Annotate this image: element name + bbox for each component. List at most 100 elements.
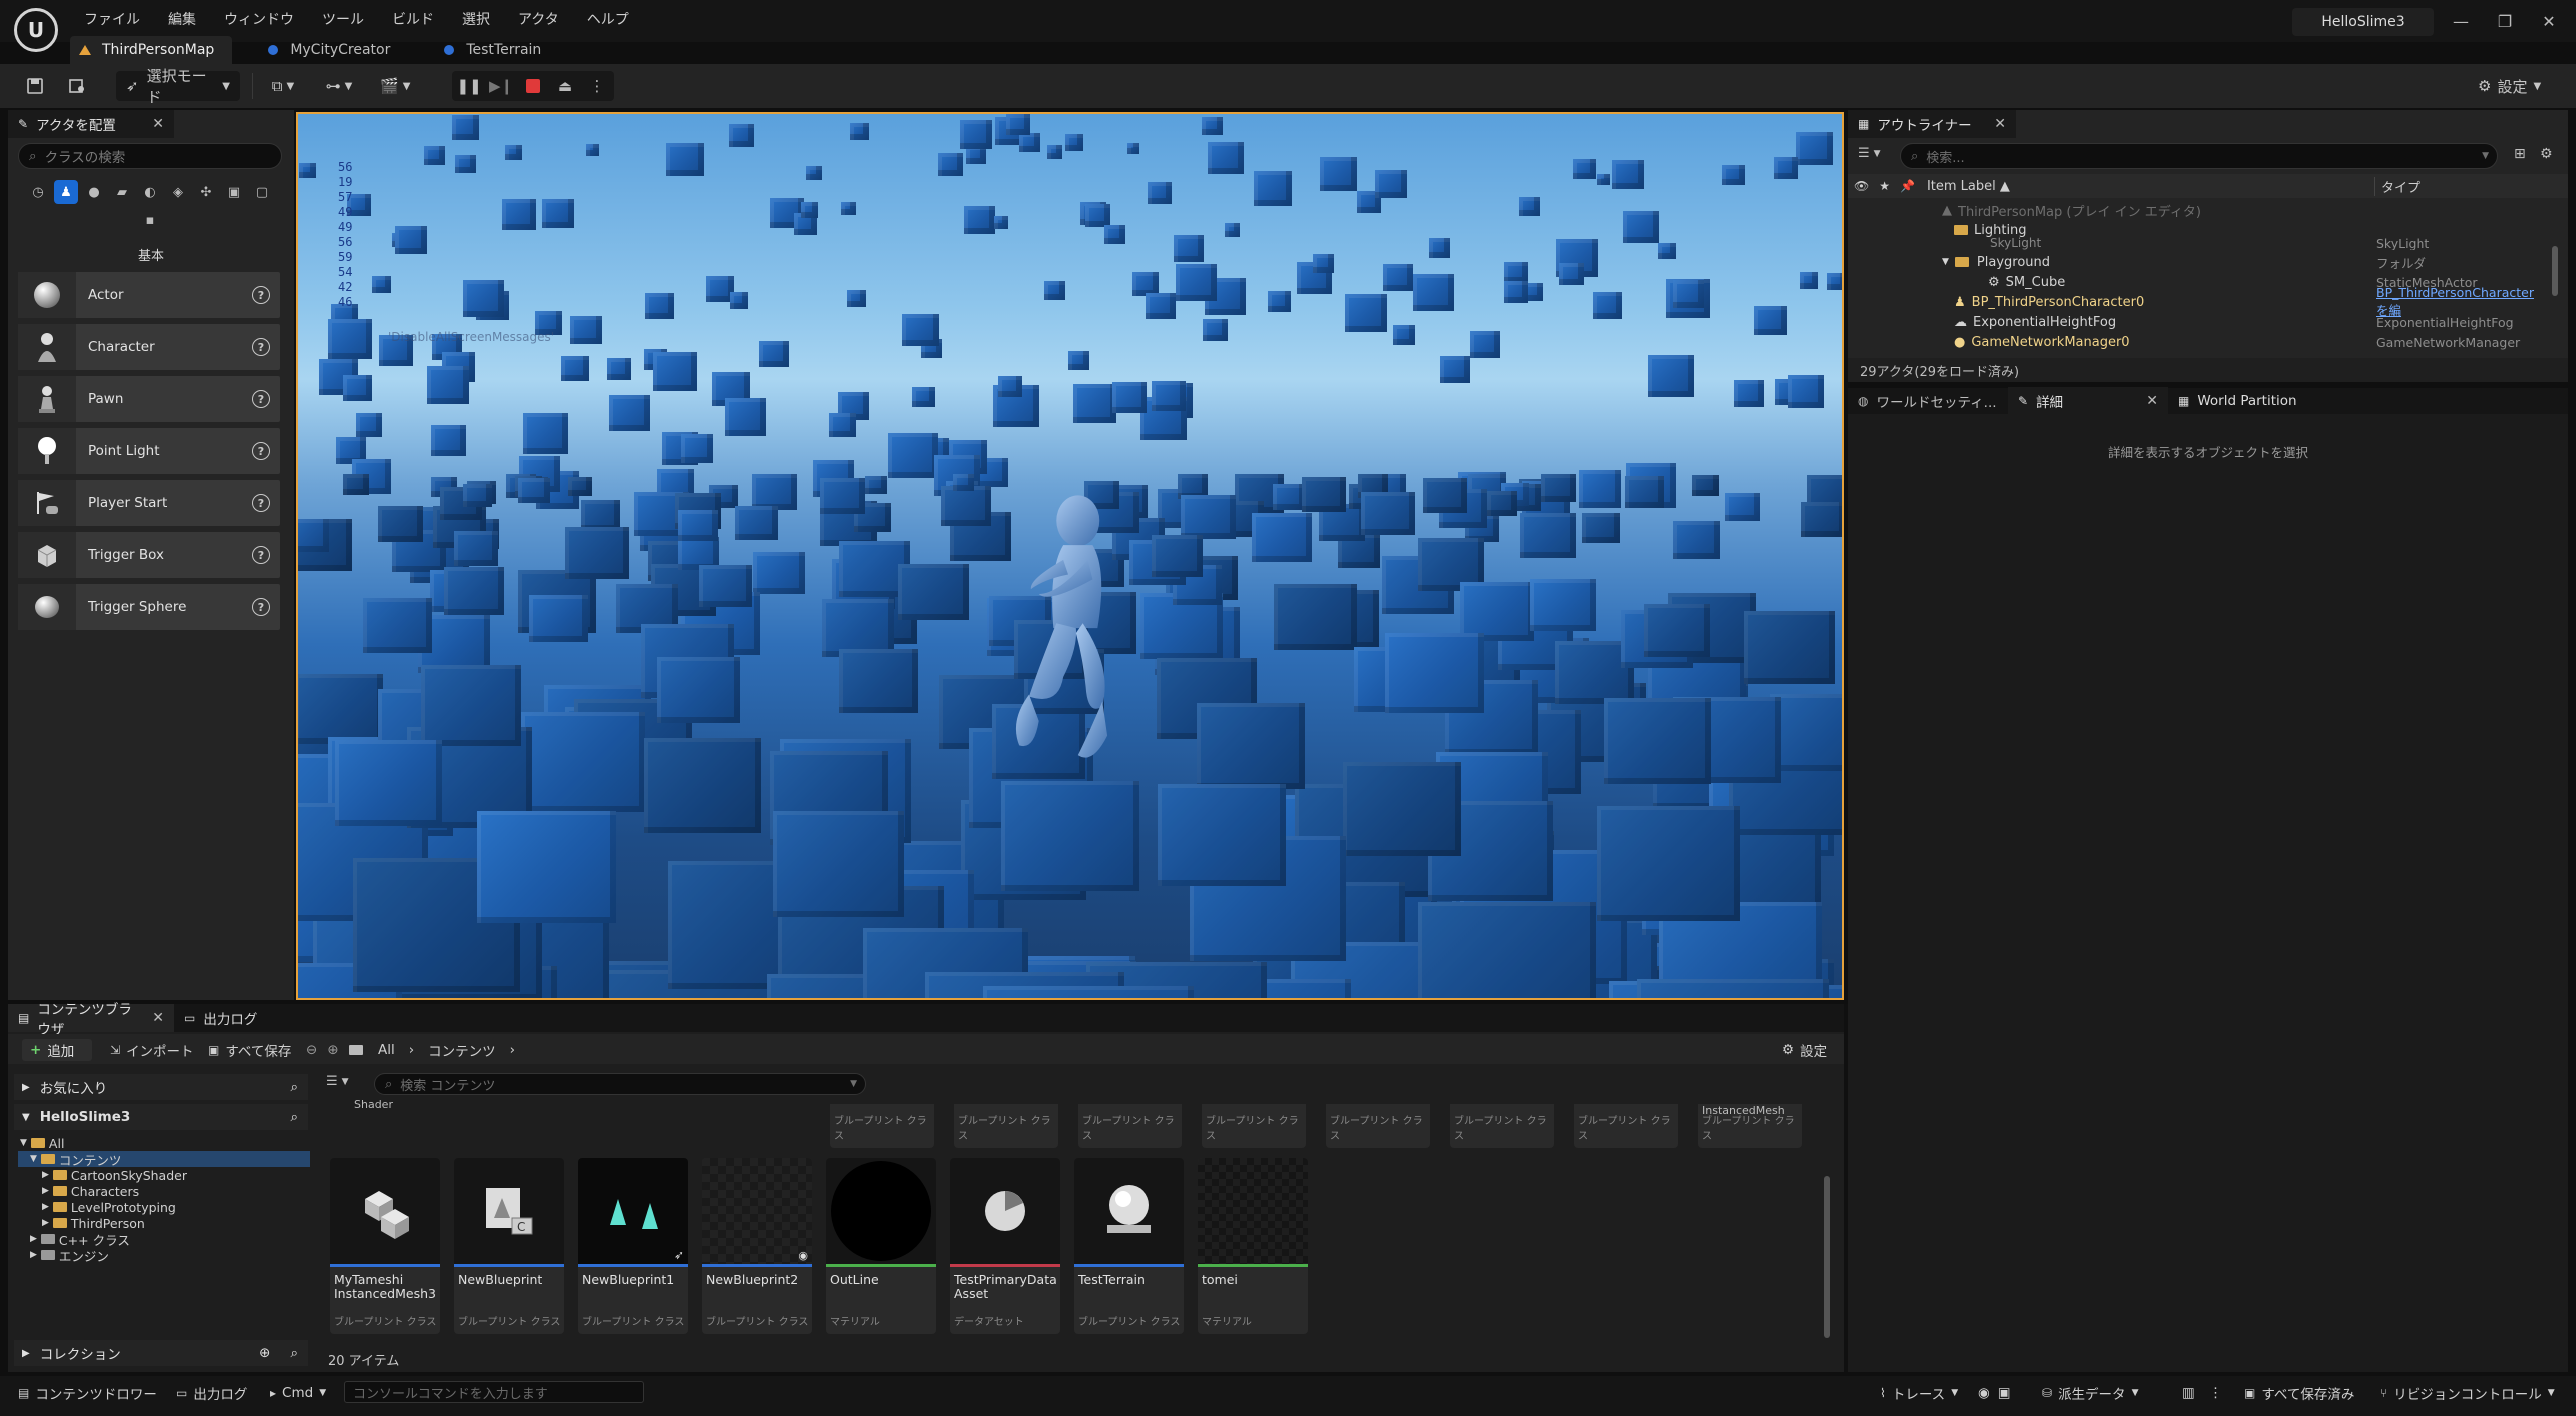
class-search-input[interactable]: ⌕ クラスの検索	[18, 143, 282, 169]
help-icon[interactable]: ?	[252, 494, 270, 512]
asset-tile[interactable]: tomei マテリアル	[1198, 1158, 1308, 1334]
close-icon[interactable]: ✕	[152, 1010, 164, 1026]
stats-icon[interactable]: ▥	[2182, 1385, 2195, 1401]
asset-tile[interactable]: ブループリント クラス	[1078, 1104, 1182, 1148]
outliner-row[interactable]: ● GameNetworkManager0 GameNetworkManager	[1850, 332, 2550, 352]
outliner-row[interactable]: ▼ Playground フォルダ	[1850, 252, 2550, 272]
collections-header[interactable]: ▶ コレクション ⊕ ⌕	[14, 1340, 308, 1366]
trace-button[interactable]: ⌇ トレース ▼	[1880, 1381, 1958, 1405]
close-window-button[interactable]: ✕	[2534, 10, 2564, 32]
panel-splitter[interactable]	[1844, 1004, 1848, 1372]
tree-item-levelprototyping[interactable]: ▶ LevelPrototyping	[18, 1199, 310, 1215]
forward-icon[interactable]: ⊕	[327, 1042, 338, 1058]
asset-tile[interactable]: C NewBlueprint ブループリント クラス	[454, 1158, 564, 1334]
all-classes-icon[interactable]: ▢	[250, 180, 274, 204]
folder-icon[interactable]	[348, 1045, 363, 1055]
menu-help[interactable]: ヘルプ	[573, 8, 643, 32]
help-icon[interactable]: ?	[252, 286, 270, 304]
tab-place-actors[interactable]: ✎ アクタを配置 ✕	[8, 110, 174, 138]
more-options-icon[interactable]: ⋮	[2209, 1385, 2223, 1401]
tree-item-cartoonskyshader[interactable]: ▶ CartoonSkyShader	[18, 1167, 310, 1183]
favorites-header[interactable]: ▶ お気に入り ⌕	[14, 1074, 308, 1100]
console-input[interactable]: コンソールコマンドを入力します	[344, 1381, 644, 1403]
back-icon[interactable]: ⊖	[306, 1042, 317, 1058]
unreal-logo-icon[interactable]: U	[14, 8, 58, 52]
stop-icon[interactable]	[522, 75, 544, 97]
tree-item-characters[interactable]: ▶ Characters	[18, 1183, 310, 1199]
add-collection-icon[interactable]: ⊕	[259, 1345, 270, 1361]
camera-icon[interactable]: ▣	[1998, 1385, 2011, 1401]
outliner-row[interactable]: ▲ ThirdPersonMap (プレイ イン エディタ)	[1850, 200, 2550, 220]
actor-item-point-light[interactable]: Point Light ?	[18, 428, 280, 474]
asset-tile[interactable]: OutLine マテリアル	[826, 1158, 936, 1334]
asset-tile[interactable]: ブループリント クラス	[1326, 1104, 1430, 1148]
asset-tile[interactable]: ブループリント クラス	[954, 1104, 1058, 1148]
search-icon[interactable]: ⌕	[290, 1345, 298, 1361]
derived-data-button[interactable]: ⛁ 派生データ ▼	[2042, 1381, 2138, 1405]
add-actor-button[interactable]: ⧉ ▼	[268, 71, 298, 101]
menu-window[interactable]: ウィンドウ	[210, 8, 308, 32]
pause-icon[interactable]: ❚❚	[456, 75, 481, 97]
column-type[interactable]: タイプ	[2374, 176, 2420, 196]
breadcrumb-all[interactable]: All	[378, 1042, 395, 1058]
project-header[interactable]: ▼ HelloSlime3 ⌕	[14, 1104, 308, 1130]
selection-mode-dropdown[interactable]: ➶ 選択モード ▼	[116, 67, 240, 106]
add-folder-icon[interactable]: ⊞	[2514, 146, 2526, 162]
menu-select[interactable]: 選択	[448, 8, 504, 32]
asset-tile[interactable]: ブループリント クラス	[830, 1104, 934, 1148]
recent-icon[interactable]: ◷	[26, 180, 50, 204]
breadcrumb-content[interactable]: コンテンツ	[428, 1040, 496, 1060]
lights-icon[interactable]: ●	[82, 180, 106, 204]
asset-filter-button[interactable]: ☰ ▼	[326, 1074, 349, 1089]
asset-scrollbar[interactable]	[1824, 1176, 1830, 1338]
tab-thirdpersonmap[interactable]: ThirdPersonMap	[70, 36, 233, 64]
help-icon[interactable]: ?	[252, 338, 270, 356]
outliner-row[interactable]: SkyLight SkyLight	[1850, 236, 2550, 250]
star-icon[interactable]: ★	[1879, 179, 1890, 193]
gear-icon[interactable]: ⚙	[2540, 146, 2553, 162]
close-icon[interactable]: ✕	[152, 116, 164, 132]
actor-item-trigger-box[interactable]: Trigger Box ?	[18, 532, 280, 578]
actor-item-character[interactable]: Character ?	[18, 324, 280, 370]
pin-icon[interactable]: 📌	[1900, 179, 1915, 193]
tree-item-engine[interactable]: ▶ エンジン	[18, 1247, 310, 1264]
tab-content-browser[interactable]: ▤ コンテンツブラウザ ✕	[8, 1002, 174, 1038]
help-icon[interactable]: ?	[252, 442, 270, 460]
volumes-icon[interactable]: ▣	[222, 180, 246, 204]
asset-tile[interactable]: ブループリント クラス	[1574, 1104, 1678, 1148]
geometry-icon[interactable]: ✣	[194, 180, 218, 204]
tab-mycitycreator[interactable]: MyCityCreator	[258, 36, 408, 64]
extra-category-icon[interactable]: ▪	[138, 208, 162, 232]
eject-icon[interactable]: ⏏	[554, 75, 576, 97]
asset-tile[interactable]: TestPrimaryData Asset データアセット	[950, 1158, 1060, 1334]
tree-item-content[interactable]: ▼ コンテンツ	[18, 1151, 310, 1168]
tab-world-settings[interactable]: ◍ ワールドセッティ...	[1848, 387, 2008, 415]
asset-tile[interactable]: ブループリント クラス	[1202, 1104, 1306, 1148]
column-item-label[interactable]: Item Label ▲	[1927, 179, 2010, 194]
step-icon[interactable]: ▶❙	[489, 75, 513, 97]
help-icon[interactable]: ?	[252, 598, 270, 616]
shapes-icon[interactable]: ▰	[110, 180, 134, 204]
all-saved-button[interactable]: ▣ すべて保存済み	[2244, 1381, 2354, 1405]
menu-build[interactable]: ビルド	[378, 8, 448, 32]
tab-output-log[interactable]: ▭ 出力ログ	[174, 1004, 284, 1032]
visual-effects-icon[interactable]: ◈	[166, 180, 190, 204]
add-button[interactable]: + 追加	[22, 1039, 92, 1061]
actor-item-player-start[interactable]: Player Start ?	[18, 480, 280, 526]
save-icon[interactable]	[20, 71, 50, 101]
cinematic-icon[interactable]: ◐	[138, 180, 162, 204]
tab-world-partition[interactable]: ▦ World Partition	[2168, 387, 2328, 415]
source-control-button[interactable]: ⑂ リビジョンコントロール ▼	[2380, 1381, 2555, 1405]
actor-item-actor[interactable]: Actor ?	[18, 272, 280, 318]
tab-testterrain[interactable]: TestTerrain	[434, 36, 559, 64]
output-log-button[interactable]: ▭ 出力ログ	[176, 1381, 247, 1405]
help-icon[interactable]: ?	[252, 546, 270, 564]
content-search-input[interactable]: ⌕ 検索 コンテンツ ▼	[374, 1073, 866, 1095]
menu-tools[interactable]: ツール	[308, 8, 378, 32]
record-icon[interactable]: ◉	[1978, 1385, 1990, 1401]
cinematics-button[interactable]: 🎬 ▼	[380, 71, 410, 101]
asset-tile[interactable]: ➶ NewBlueprint1 ブループリント クラス	[578, 1158, 688, 1334]
basic-icon[interactable]: ♟	[54, 180, 78, 204]
asset-tile[interactable]: TestTerrain ブループリント クラス	[1074, 1158, 1184, 1334]
help-icon[interactable]: ?	[252, 390, 270, 408]
